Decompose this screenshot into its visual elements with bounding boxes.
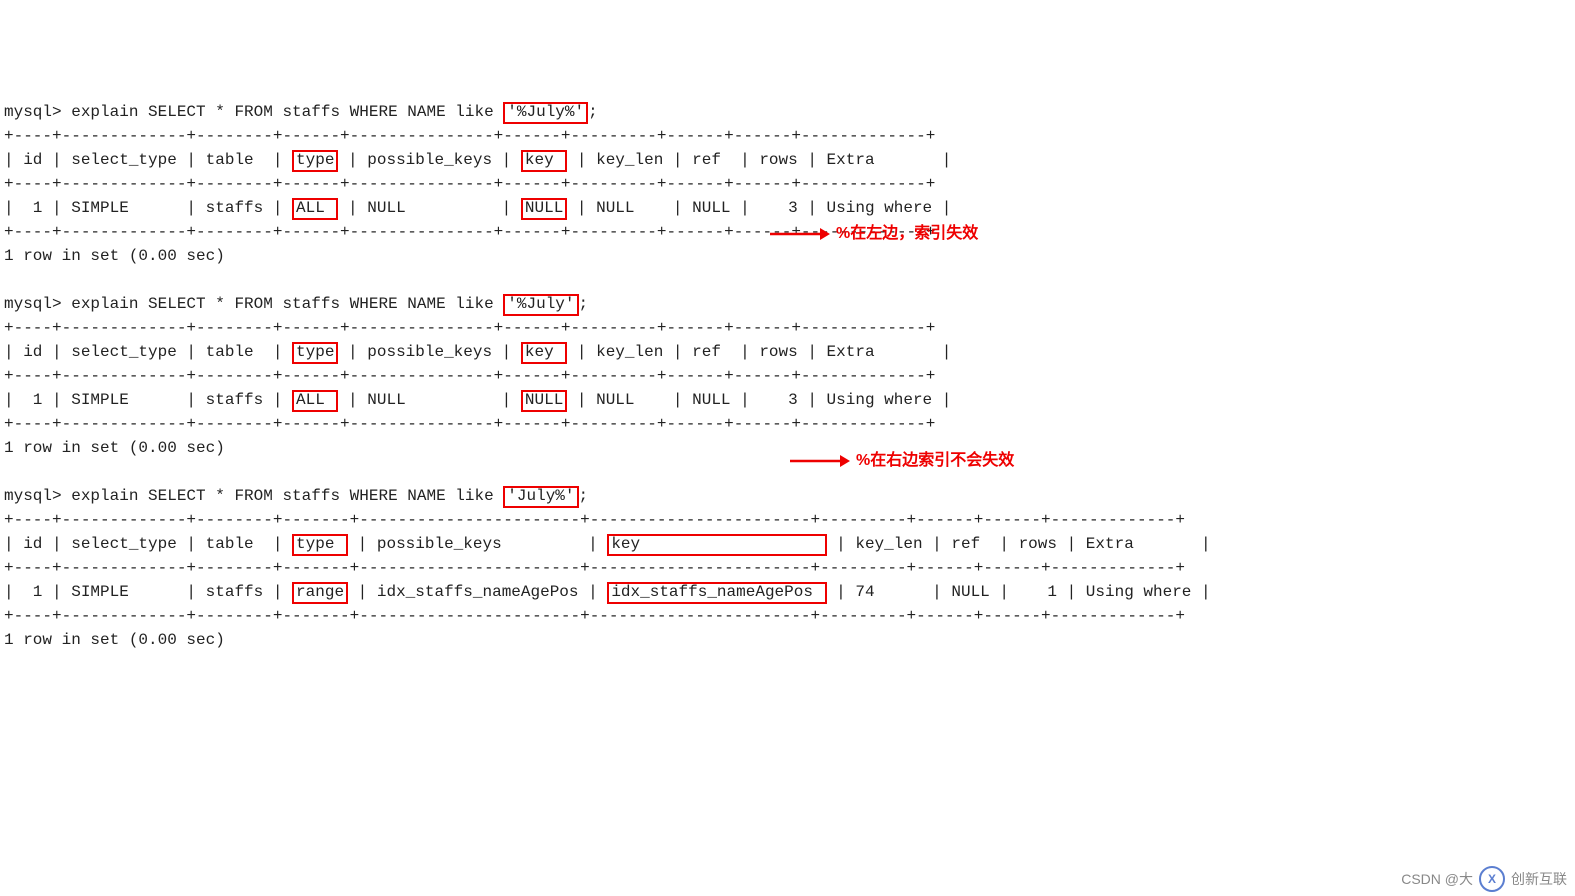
- q2-row-tail: | NULL | NULL | 3 | Using where |: [567, 391, 951, 409]
- annotation-text-2: %在右边索引不会失效: [856, 449, 1014, 473]
- query1-tail: ;: [588, 103, 598, 121]
- q1-row-mid: | NULL |: [338, 199, 520, 217]
- q2-sep1: +----+-------------+--------+------+----…: [4, 319, 935, 337]
- annotation-arrow-1: %在左边，索引失效: [770, 222, 978, 246]
- q2-row-mid: | NULL |: [338, 391, 520, 409]
- q1-foot: 1 row in set (0.00 sec): [4, 247, 225, 265]
- q1-hdr-key-highlight: key: [521, 150, 567, 172]
- q2-foot: 1 row in set (0.00 sec): [4, 439, 225, 457]
- watermark: CSDN @大 X 创新互联: [1401, 866, 1567, 892]
- q3-row-pre: | 1 | SIMPLE | staffs |: [4, 583, 292, 601]
- q2-row-key-highlight: NULL: [521, 390, 567, 412]
- q2-row-pre: | 1 | SIMPLE | staffs |: [4, 391, 292, 409]
- q3-hdr-tail: | key_len | ref | rows | Extra |: [827, 535, 1211, 553]
- query2-tail: ;: [579, 295, 589, 313]
- q3-row-key-highlight: idx_staffs_nameAgePos: [607, 582, 826, 604]
- q2-hdr-key-highlight: key: [521, 342, 567, 364]
- q2-row-type-highlight: ALL: [292, 390, 338, 412]
- query1-literal-highlight: '%July%': [503, 102, 588, 124]
- annotation-arrow-2: %在右边索引不会失效: [790, 449, 1014, 473]
- query2-literal-highlight: '%July': [503, 294, 578, 316]
- q3-row-tail: | 74 | NULL | 1 | Using where |: [827, 583, 1211, 601]
- q1-row-key-highlight: NULL: [521, 198, 567, 220]
- q2-hdr-pre: | id | select_type | table |: [4, 343, 292, 361]
- q3-row-mid: | idx_staffs_nameAgePos |: [348, 583, 607, 601]
- q1-hdr-type-highlight: type: [292, 150, 338, 172]
- q1-sep2: +----+-------------+--------+------+----…: [4, 175, 935, 193]
- query3-tail: ;: [579, 487, 589, 505]
- q1-hdr-pre: | id | select_type | table |: [4, 151, 292, 169]
- q3-sep2: +----+-------------+--------+-------+---…: [4, 559, 1185, 577]
- annotation-text-1: %在左边，索引失效: [836, 222, 978, 246]
- q1-hdr-mid: | possible_keys |: [338, 151, 520, 169]
- q1-row-type-highlight: ALL: [292, 198, 338, 220]
- arrow-right-icon: [770, 226, 830, 242]
- q1-hdr-tail: | key_len | ref | rows | Extra |: [567, 151, 951, 169]
- q3-hdr-type-highlight: type: [292, 534, 348, 556]
- q3-foot: 1 row in set (0.00 sec): [4, 631, 225, 649]
- q3-hdr-mid: | possible_keys |: [348, 535, 607, 553]
- q1-sep1: +----+-------------+--------+------+----…: [4, 127, 935, 145]
- q2-hdr-mid: | possible_keys |: [338, 343, 520, 361]
- q2-sep2: +----+-------------+--------+------+----…: [4, 367, 935, 385]
- q3-hdr-key-highlight: key: [607, 534, 826, 556]
- q3-sep1: +----+-------------+--------+-------+---…: [4, 511, 1185, 529]
- q3-hdr-pre: | id | select_type | table |: [4, 535, 292, 553]
- query2-prompt: mysql> explain SELECT * FROM staffs WHER…: [4, 295, 503, 313]
- q1-row-pre: | 1 | SIMPLE | staffs |: [4, 199, 292, 217]
- q2-hdr-tail: | key_len | ref | rows | Extra |: [567, 343, 951, 361]
- q2-hdr-type-highlight: type: [292, 342, 338, 364]
- q2-sep3: +----+-------------+--------+------+----…: [4, 415, 935, 433]
- q3-sep3: +----+-------------+--------+-------+---…: [4, 607, 1185, 625]
- arrow-right-icon: [790, 453, 850, 469]
- q3-row-type-highlight: range: [292, 582, 348, 604]
- query1-prompt: mysql> explain SELECT * FROM staffs WHER…: [4, 103, 503, 121]
- query3-literal-highlight: 'July%': [503, 486, 578, 508]
- watermark-csdn: CSDN @大: [1401, 869, 1473, 890]
- query3-prompt: mysql> explain SELECT * FROM staffs WHER…: [4, 487, 503, 505]
- q1-row-tail: | NULL | NULL | 3 | Using where |: [567, 199, 951, 217]
- watermark-logo-icon: X: [1479, 866, 1505, 892]
- watermark-brand: 创新互联: [1511, 869, 1567, 890]
